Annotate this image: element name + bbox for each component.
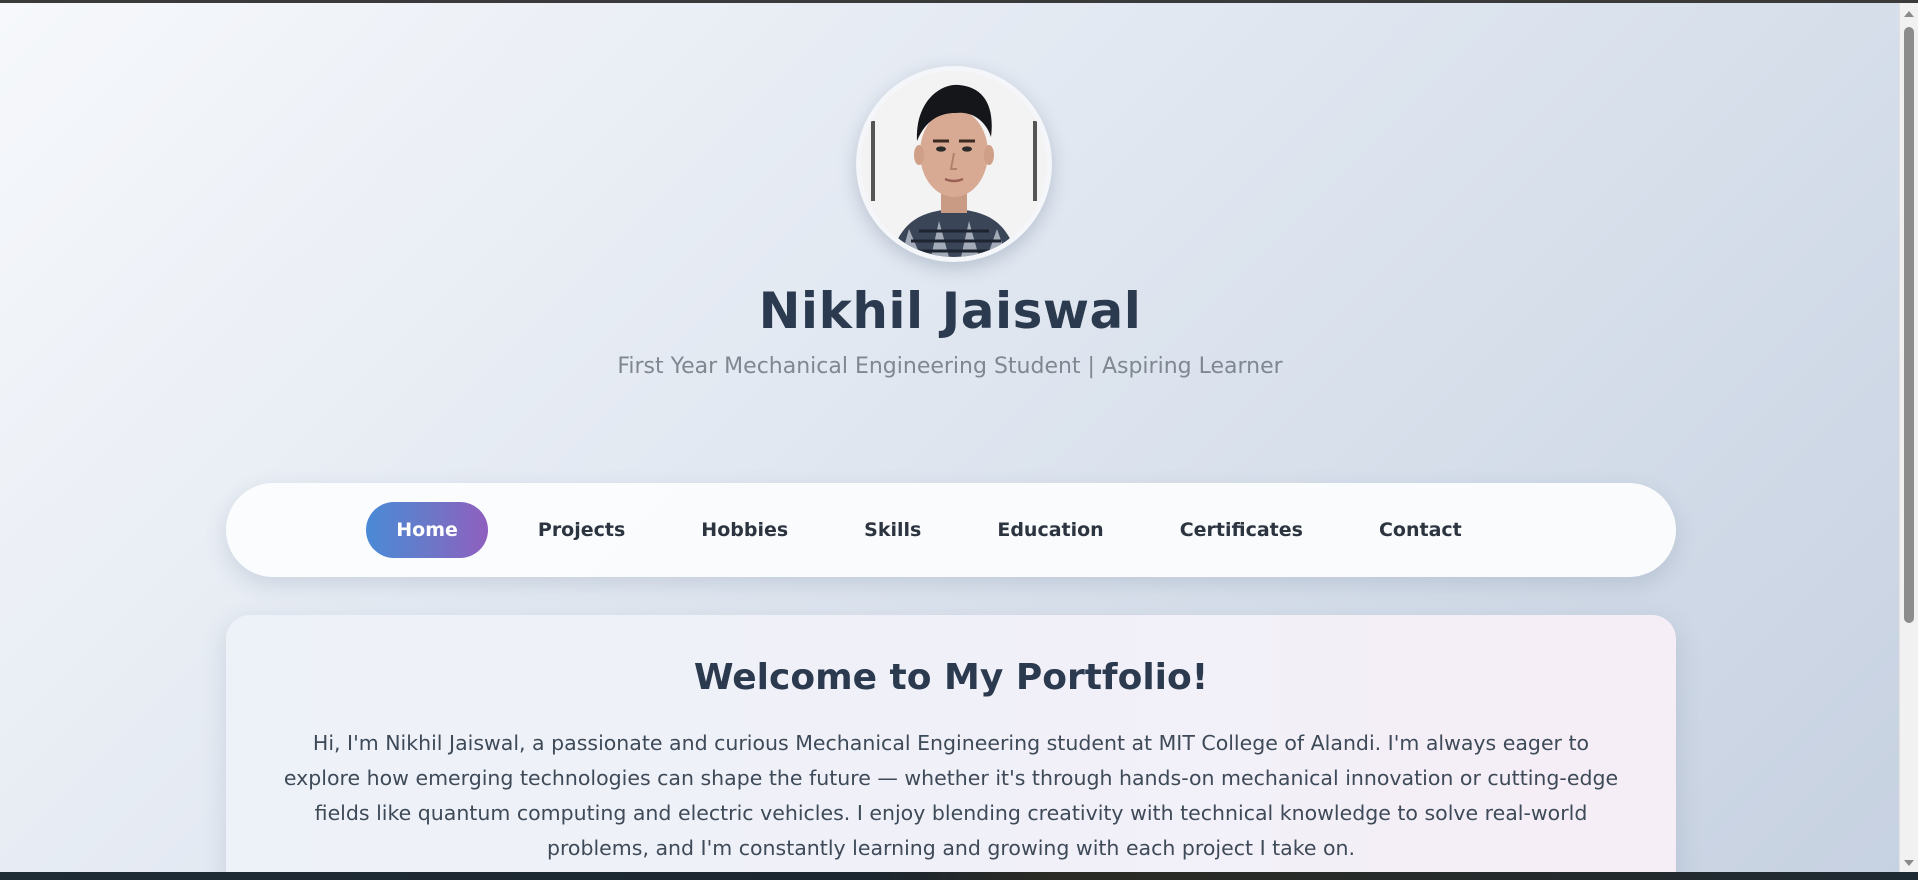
page-scrollbar[interactable] xyxy=(1899,3,1918,872)
scroll-up-arrow-icon[interactable] xyxy=(1904,11,1914,17)
portfolio-page: Nikhil Jaiswal First Year Mechanical Eng… xyxy=(0,0,1918,880)
window-bottom-edge xyxy=(0,872,1918,880)
nav-hobbies-link[interactable]: Hobbies xyxy=(675,502,814,558)
nav-certificates-link[interactable]: Certificates xyxy=(1154,502,1329,558)
nav-home-link[interactable]: Home xyxy=(366,502,488,558)
welcome-section: Welcome to My Portfolio! Hi, I'm Nikhil … xyxy=(226,615,1676,880)
window-top-edge xyxy=(0,0,1918,3)
scrollbar-thumb[interactable] xyxy=(1904,27,1914,623)
welcome-text: Hi, I'm Nikhil Jaiswal, a passionate and… xyxy=(283,731,1619,860)
profile-avatar xyxy=(856,66,1052,262)
scroll-down-arrow-icon[interactable] xyxy=(1904,860,1914,866)
nav-projects-link[interactable]: Projects xyxy=(512,502,651,558)
profile-tagline: First Year Mechanical Engineering Studen… xyxy=(617,354,1283,379)
nav-links: Home Projects Hobbies Skills Education C… xyxy=(226,483,1676,577)
welcome-title: Welcome to My Portfolio! xyxy=(693,657,1209,698)
profile-name: Nikhil Jaiswal xyxy=(758,282,1142,340)
main-navigation: Home Projects Hobbies Skills Education C… xyxy=(226,483,1676,577)
nav-education-link[interactable]: Education xyxy=(971,502,1129,558)
nav-contact-link[interactable]: Contact xyxy=(1353,502,1488,558)
nav-skills-link[interactable]: Skills xyxy=(838,502,947,558)
